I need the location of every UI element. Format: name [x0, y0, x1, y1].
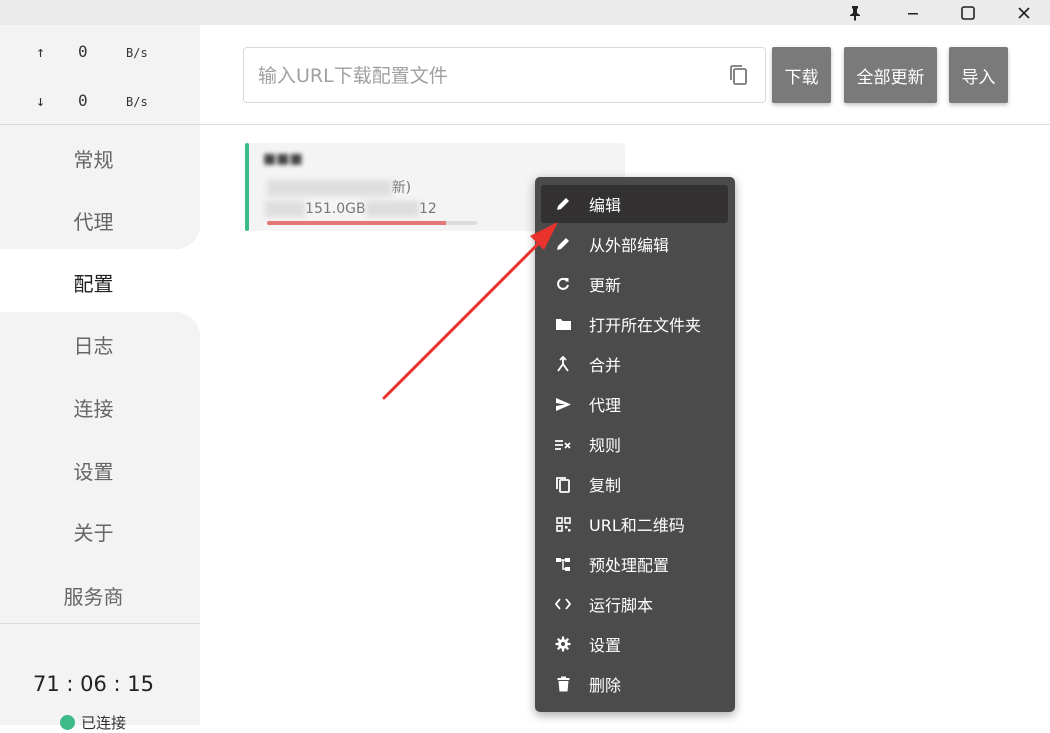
maximize-icon[interactable]	[948, 0, 988, 25]
menu-item-preprocess[interactable]: 预处理配置	[541, 545, 728, 583]
context-menu: 编辑 从外部编辑 更新 打开所在文件夹 合并 代理 规则 复制 URL和二维码 …	[535, 177, 735, 712]
sidebar-item-profiles[interactable]: 配置	[0, 251, 187, 313]
trash-icon	[541, 676, 585, 692]
sidebar-item-connections[interactable]: 连接	[0, 376, 187, 438]
menu-item-label: 预处理配置	[589, 556, 670, 575]
sidebar-item-about[interactable]: 关于	[0, 500, 187, 562]
menu-item-merge[interactable]: 合并	[541, 345, 728, 383]
upload-speed-unit: B/s	[126, 46, 148, 60]
tree-icon	[541, 557, 585, 572]
close-icon[interactable]	[1004, 0, 1044, 25]
menu-item-edit-external[interactable]: 从外部编辑	[541, 225, 728, 263]
copy-icon	[541, 476, 585, 493]
menu-item-label: URL和二维码	[589, 516, 685, 535]
connection-status-label: 已连接	[81, 714, 127, 732]
profile-expire: 12	[419, 201, 437, 217]
menu-item-delete[interactable]: 删除	[541, 665, 728, 703]
download-speed-value: 0	[78, 91, 88, 110]
profile-subtitle-redacted	[267, 180, 392, 196]
profile-traffic-redacted	[265, 201, 306, 217]
download-speed-unit: B/s	[126, 95, 148, 109]
sidebar-item-settings[interactable]: 设置	[0, 439, 187, 501]
profile-usage-bar	[267, 221, 477, 225]
menu-item-label: 从外部编辑	[589, 236, 670, 255]
profile-usage-fill	[267, 221, 446, 225]
upload-arrow-icon: ↑	[36, 43, 46, 61]
merge-icon	[541, 356, 585, 372]
menu-item-proxy[interactable]: 代理	[541, 385, 728, 423]
menu-item-settings[interactable]: 设置	[541, 625, 728, 663]
menu-item-label: 运行脚本	[589, 596, 654, 615]
status-dot-icon	[60, 715, 75, 730]
menu-item-run-script[interactable]: 运行脚本	[541, 585, 728, 623]
profile-traffic-redacted	[365, 201, 420, 217]
header-divider	[200, 124, 1050, 125]
import-button[interactable]: 导入	[949, 47, 1008, 103]
download-button[interactable]: 下载	[772, 47, 831, 103]
profile-selected-indicator	[245, 143, 249, 231]
send-icon	[541, 397, 585, 412]
qrcode-icon	[541, 516, 585, 532]
profile-traffic-used: 151.0GB	[305, 201, 366, 217]
pencil-icon	[541, 236, 585, 252]
connection-status: 已连接	[60, 712, 126, 733]
upload-speed: ↑ 0 B/s	[0, 37, 200, 67]
sidebar-divider	[0, 124, 200, 125]
menu-item-label: 删除	[589, 676, 622, 695]
menu-item-open-folder[interactable]: 打开所在文件夹	[541, 305, 728, 343]
menu-item-update[interactable]: 更新	[541, 265, 728, 303]
menu-item-label: 代理	[589, 396, 622, 415]
pin-icon[interactable]	[835, 0, 875, 25]
title-bar	[0, 0, 1050, 25]
sidebar-item-logs[interactable]: 日志	[0, 313, 187, 375]
code-icon	[541, 598, 585, 610]
profile-subtitle: 新)	[267, 177, 411, 197]
profile-traffic: 151.0GB 12	[265, 201, 437, 217]
folder-icon	[541, 317, 585, 331]
menu-item-label: 编辑	[589, 196, 622, 215]
minimize-icon[interactable]	[893, 0, 933, 25]
upload-speed-value: 0	[78, 42, 88, 61]
menu-item-copy[interactable]: 复制	[541, 465, 728, 503]
profile-title: ■■■	[263, 151, 303, 167]
menu-item-label: 规则	[589, 436, 622, 455]
uptime-timer: 71 : 06 : 15	[32, 672, 155, 696]
refresh-icon	[541, 276, 585, 292]
sidebar-item-general[interactable]: 常规	[0, 127, 187, 189]
url-input[interactable]	[256, 60, 710, 92]
paste-icon[interactable]	[728, 63, 750, 87]
menu-item-rules[interactable]: 规则	[541, 425, 728, 463]
menu-item-label: 设置	[589, 636, 622, 655]
sidebar-item-provider[interactable]: 服务商	[0, 564, 187, 626]
menu-item-edit[interactable]: 编辑	[541, 185, 728, 223]
update-all-button[interactable]: 全部更新	[844, 47, 937, 103]
menu-item-label: 合并	[589, 356, 622, 375]
pencil-icon	[541, 196, 585, 212]
menu-item-label: 复制	[589, 476, 622, 495]
download-speed: ↓ 0 B/s	[0, 86, 200, 116]
url-input-box	[243, 47, 766, 103]
gear-icon	[541, 636, 585, 652]
menu-item-url-qrcode[interactable]: URL和二维码	[541, 505, 728, 543]
menu-item-label: 更新	[589, 276, 622, 295]
download-arrow-icon: ↓	[36, 92, 46, 110]
rules-icon	[541, 437, 585, 451]
profile-subtitle-end: 新)	[391, 180, 412, 196]
menu-item-label: 打开所在文件夹	[589, 316, 702, 335]
sidebar-item-proxy[interactable]: 代理	[0, 189, 187, 251]
